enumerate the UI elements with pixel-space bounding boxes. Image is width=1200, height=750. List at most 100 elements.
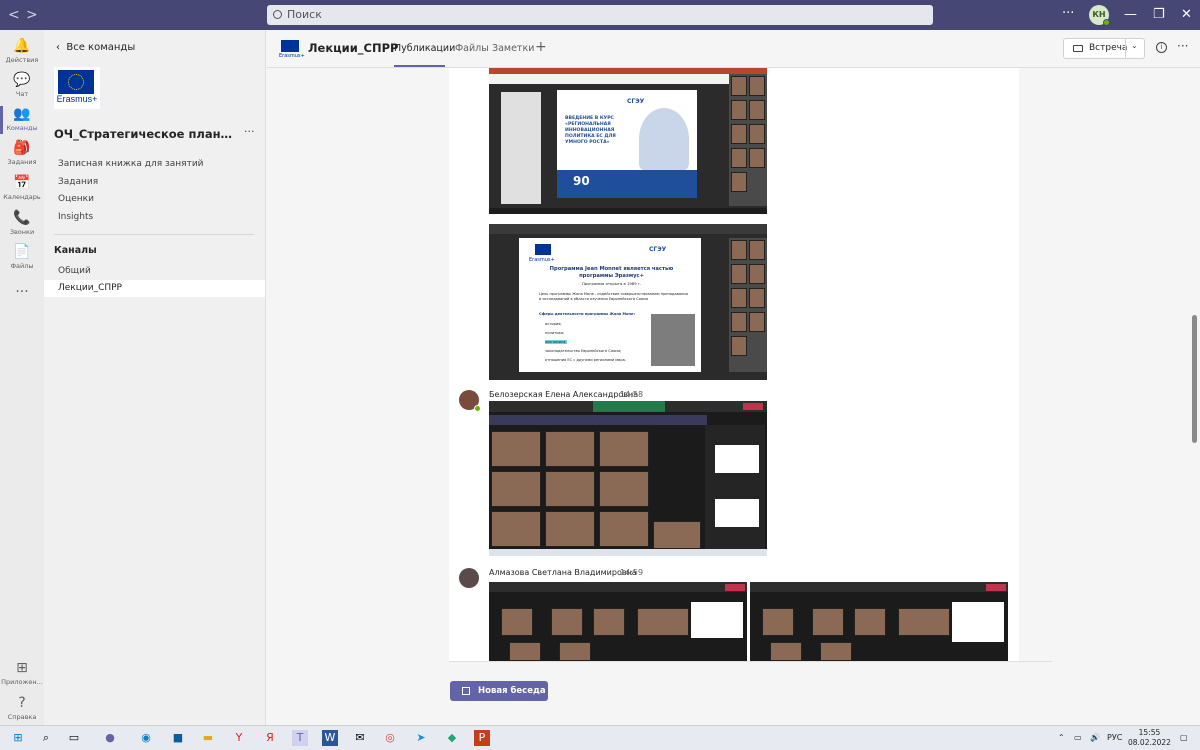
calendar-icon: 📅 [13,175,31,191]
close-icon[interactable]: ✕ [1181,7,1192,22]
tab-posts[interactable]: Публикации [394,43,455,54]
more-options-icon[interactable]: ··· [1177,39,1188,53]
new-conversation-button[interactable]: Новая беседа [450,681,548,701]
rail-chat[interactable]: 💬 Чат [0,72,44,98]
portrait-photo [651,314,695,366]
attached-image-2[interactable]: Erasmus+ СГЭУ Программа Jean Monnet явля… [489,224,767,380]
mail-icon[interactable]: ✉ [352,730,368,746]
store-icon[interactable]: ■ [170,730,186,746]
slide-badge: 90 [573,174,590,188]
meeting-toolbar [489,582,747,592]
volume-icon[interactable]: 🔊 [1090,733,1100,742]
meet-label: Встреча [1089,43,1128,53]
clock-time: 15:55 [1138,728,1161,737]
phone-icon: 📞 [13,210,31,226]
leave-button [986,584,1006,591]
user-avatar[interactable]: КН [1089,5,1110,26]
slide-preview-2: Erasmus+ СГЭУ Программа Jean Monnet явля… [519,238,701,372]
rail-calendar[interactable]: 📅 Календарь [0,175,44,201]
powerpoint-icon[interactable]: P [474,730,490,746]
slide-title: ВВЕДЕНИЕ В КУРС «РЕГИОНАЛЬНАЯ ИННОВАЦИОН… [565,116,616,145]
ship-sail-icon [639,108,689,170]
rail-apps[interactable]: ⊞ Приложен... [0,660,44,686]
minimize-icon[interactable]: — [1124,7,1137,22]
tray-expand-icon[interactable]: ⌃ [1058,733,1065,742]
forward-arrow-icon[interactable]: > [26,7,38,23]
channels-heading[interactable]: Каналы [54,245,97,256]
channel-general[interactable]: Общий [44,263,265,280]
rail-teams[interactable]: 👥 Команды [0,106,44,134]
slide-sphere-highlighted: экономика; [545,340,567,344]
info-icon[interactable]: i [1156,42,1167,53]
explorer-icon[interactable]: ▬ [200,730,216,746]
search-icon[interactable]: ⌕ [38,730,54,746]
attached-image-4[interactable] [489,582,747,661]
attached-image-1[interactable]: СГЭУ ВВЕДЕНИЕ В КУРС «РЕГИОНАЛЬНАЯ ИННОВ… [489,68,767,214]
maximize-icon[interactable]: ❐ [1153,7,1165,22]
telegram-icon[interactable]: ➤ [413,730,429,746]
rail-files[interactable]: 📄 Файлы [0,244,44,270]
slide-goal: Цель программы Жана Моне - содействие со… [539,292,688,301]
team-name[interactable]: ОЧ_Стратегическое планирова... [54,127,234,141]
search-input[interactable]: Поиск [267,5,933,25]
settings-more-icon[interactable]: ··· [1062,6,1074,21]
eu-flag-icon [535,244,551,255]
chevron-down-icon[interactable]: ⌄ [1131,41,1138,50]
rail-more[interactable]: ··· [0,284,44,300]
sidebar-link-assignments[interactable]: Задания [58,177,98,187]
slide-sphere: законодательство Европейского Союза; [545,349,622,353]
tab-files[interactable]: Файлы [455,43,489,54]
shared-slide-thumb [952,602,1004,642]
slide-sphere: история; [545,322,562,326]
meeting-toolbar [489,224,767,234]
yandex-browser-icon[interactable]: Я [262,730,278,746]
app-rail: 🔔 Действия 💬 Чат 👥 Команды 🎒 Задания 📅 К… [0,30,44,725]
notifications-icon[interactable]: ▢ [1180,733,1188,742]
tab-notes[interactable]: Заметки [492,43,534,54]
channel-lectures[interactable]: Лекции_СПРР [44,280,265,297]
task-view-icon[interactable]: ▭ [66,730,82,746]
files-icon: 📄 [13,244,31,260]
logo-text: Erasmus+ [56,94,98,104]
back-arrow-icon[interactable]: < [8,7,20,23]
team-more-icon[interactable]: ··· [244,125,255,138]
rail-calls[interactable]: 📞 Звонки [0,210,44,236]
cortana-icon[interactable]: ● [102,730,118,746]
rail-assignments[interactable]: 🎒 Задания [0,140,44,166]
all-teams-link[interactable]: ‹ Все команды [56,42,135,53]
language-indicator[interactable]: РУС [1107,733,1122,742]
leave-button [743,403,763,410]
participant-thumbnails [729,238,767,372]
divider [449,661,1052,662]
recording-banner [593,401,665,412]
participant-thumbnails [729,74,767,206]
chat-icon: 💬 [13,72,31,88]
sidebar-link-notebook[interactable]: Записная книжка для занятий [58,159,204,169]
windows-taskbar: ⊞ ⌕ ▭ ● ◉ ■ ▬ Y Я T W ✉ ◎ ➤ ◆ P ⌃ ▭ 🔊 РУ… [0,725,1200,750]
yandex-icon[interactable]: Y [231,730,247,746]
chrome-icon[interactable]: ◎ [382,730,398,746]
scrollbar[interactable] [1192,315,1197,443]
leave-button [725,584,745,591]
author-avatar[interactable] [459,568,479,588]
add-tab-icon[interactable]: + [535,39,547,55]
clock[interactable]: 15:55 08.02.2022 [1128,728,1171,748]
eu-flag-icon [281,40,299,52]
rail-help[interactable]: ? Справка [0,695,44,721]
attached-image-5[interactable] [750,582,1008,661]
slide-title: Программа Jean Monnet является частью пр… [549,266,674,279]
teams-taskbar-icon[interactable]: T [292,730,308,746]
word-icon[interactable]: W [322,730,338,746]
windows-taskbar-thumb [489,549,767,556]
posts-feed[interactable]: СГЭУ ВВЕДЕНИЕ В КУРС «РЕГИОНАЛЬНАЯ ИННОВ… [449,68,1019,661]
app-icon[interactable]: ◆ [444,730,460,746]
author-avatar[interactable] [459,390,481,412]
edge-icon[interactable]: ◉ [138,730,154,746]
attached-image-3[interactable] [489,401,767,556]
channel-icon-text: Erasmus+ [279,53,305,59]
sidebar-link-insights[interactable]: Insights [58,212,93,222]
windows-start-icon[interactable]: ⊞ [10,730,26,746]
rail-activity[interactable]: 🔔 Действия [0,38,44,64]
sidebar-link-grades[interactable]: Оценки [58,194,94,204]
network-icon[interactable]: ▭ [1074,733,1082,742]
